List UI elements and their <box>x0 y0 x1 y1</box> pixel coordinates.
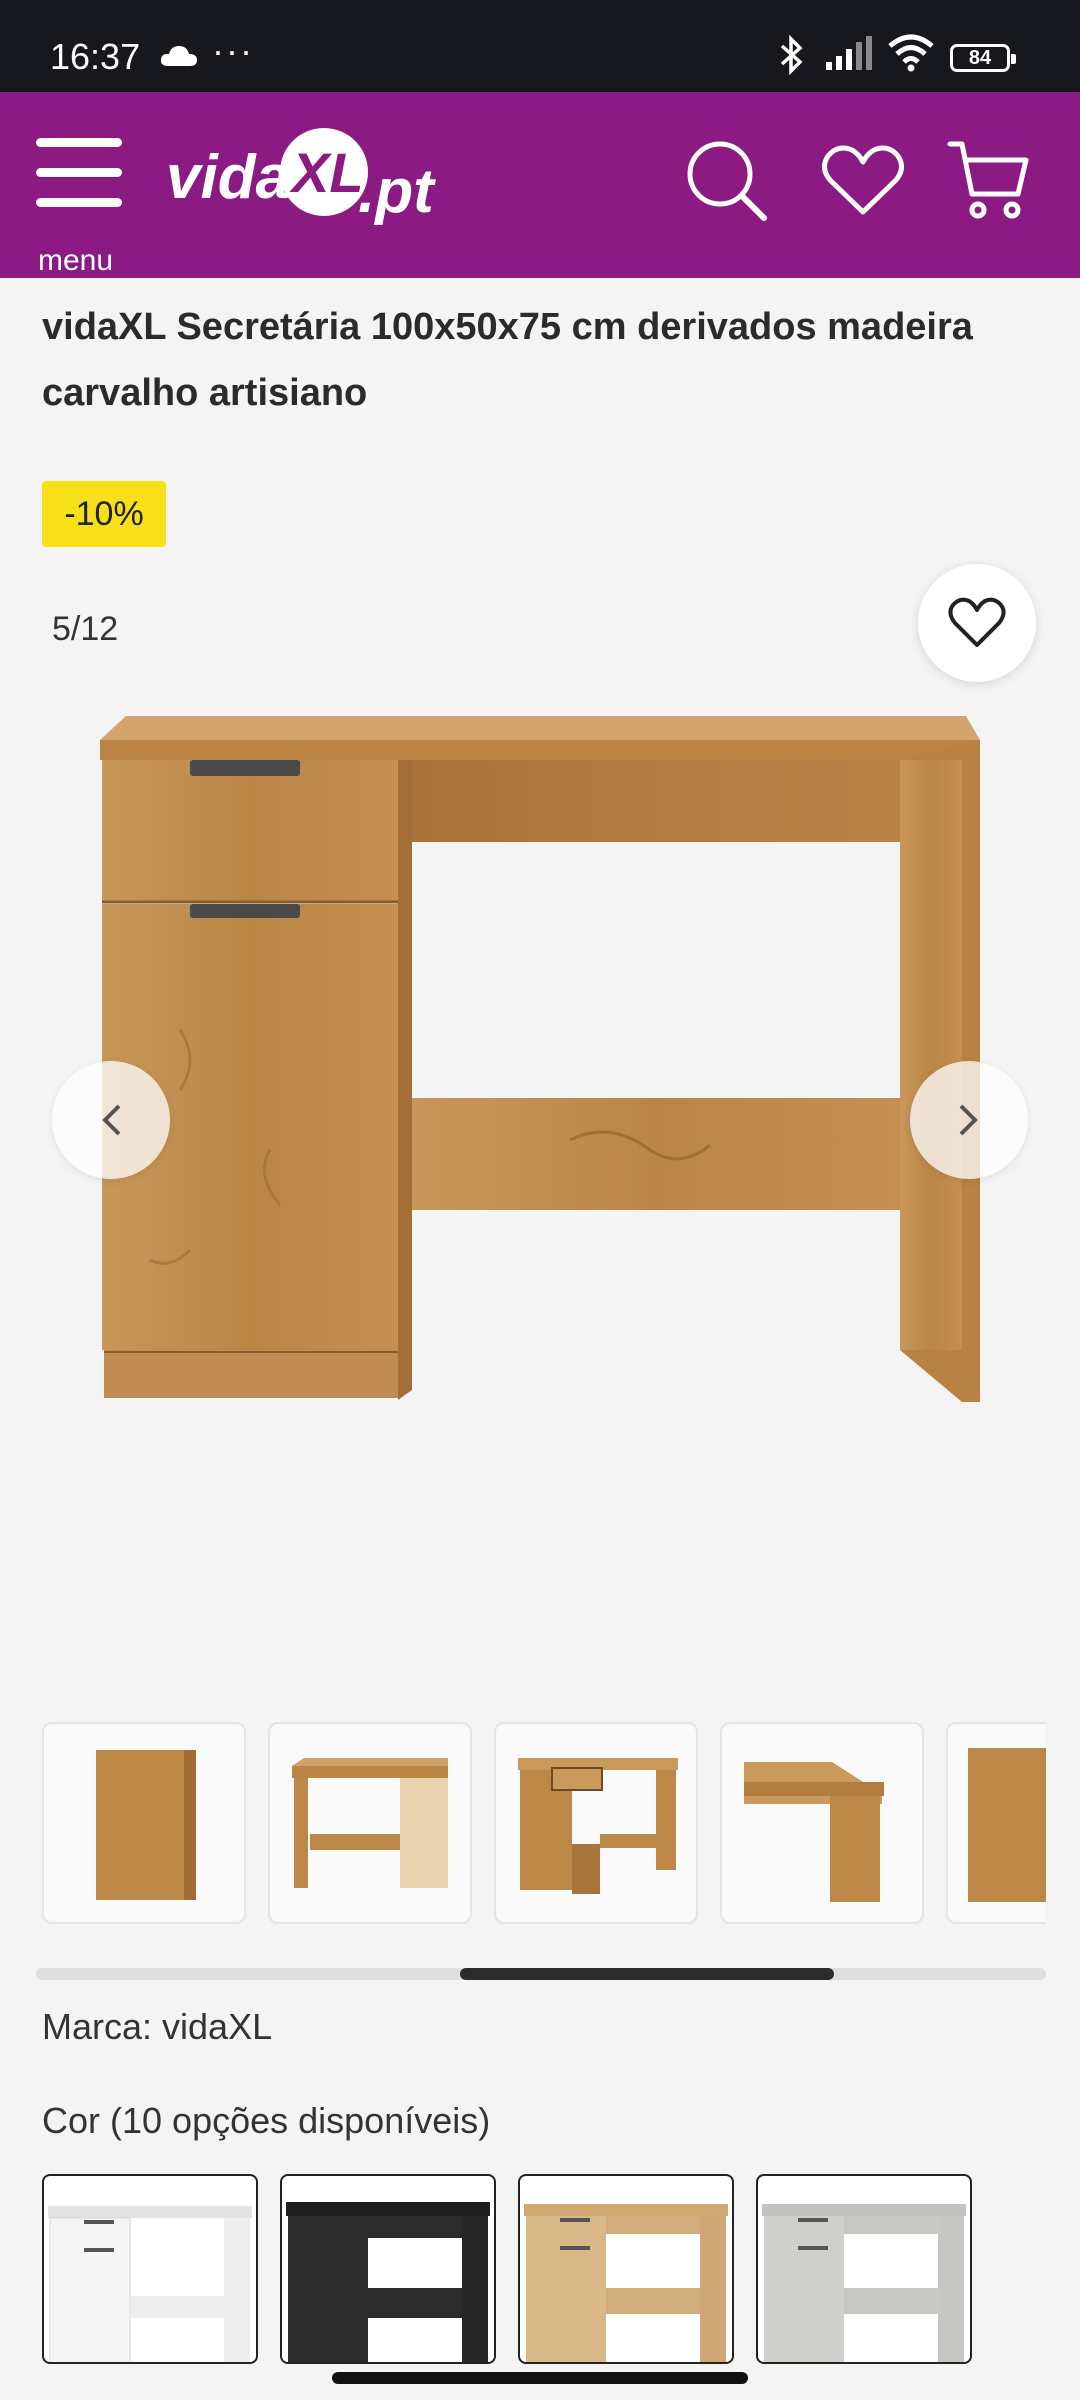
battery-icon: 84 <box>950 44 1016 72</box>
logo-text-left: vida <box>166 143 291 212</box>
vidaxl-logo[interactable]: vida XL .pt <box>162 128 452 238</box>
cloud-icon <box>160 44 198 73</box>
thumbnail-scrollbar[interactable] <box>36 1968 1046 1980</box>
product-main-image[interactable] <box>90 700 990 1420</box>
color-option-black[interactable] <box>280 2174 496 2364</box>
thumbnail-strip[interactable] <box>42 1722 1046 1926</box>
discount-badge: -10% <box>42 481 166 547</box>
product-title: vidaXL Secretária 100x50x75 cm derivados… <box>42 306 973 414</box>
heart-icon <box>948 597 1006 647</box>
chevron-right-icon <box>959 1104 978 1136</box>
thumbnail-scrollbar-thumb[interactable] <box>460 1968 834 1980</box>
brand-line: Marca: vidaXL <box>42 2006 273 2047</box>
add-to-wishlist-button[interactable] <box>918 564 1036 682</box>
cart-icon[interactable] <box>944 136 1034 226</box>
logo-text-right: .pt <box>358 157 434 226</box>
menu-button[interactable]: menu <box>34 132 124 277</box>
status-time: 16:37 <box>50 36 141 77</box>
home-indicator[interactable] <box>332 2372 748 2384</box>
bluetooth-icon <box>776 34 806 81</box>
thumbnail-open-view[interactable] <box>494 1722 698 1924</box>
chevron-left-icon <box>102 1104 121 1136</box>
logo-xl-mark: XL <box>280 128 368 216</box>
thumbnail-edge-detail[interactable] <box>946 1722 1046 1924</box>
next-image-button[interactable] <box>910 1061 1028 1179</box>
site-header: menu vida XL .pt <box>0 92 1080 278</box>
wishlist-heart-icon[interactable] <box>818 136 908 226</box>
thumbnail-side-view[interactable] <box>42 1722 246 1924</box>
more-notifications-icon: ··· <box>212 30 254 71</box>
signal-icon <box>826 36 876 77</box>
search-icon[interactable] <box>682 136 772 226</box>
wifi-icon <box>888 34 934 77</box>
menu-label: menu <box>38 244 114 277</box>
color-option-sonoma-oak[interactable] <box>518 2174 734 2364</box>
color-option-concrete-grey[interactable] <box>756 2174 972 2364</box>
color-options-label: Cor (10 opções disponíveis) <box>42 2100 491 2141</box>
previous-image-button[interactable] <box>52 1061 170 1179</box>
status-bar: 16:37 ··· 84 <box>0 0 1080 92</box>
thumbnail-back-view[interactable] <box>268 1722 472 1924</box>
thumbnail-top-detail[interactable] <box>720 1722 924 1924</box>
image-counter: 5/12 <box>52 610 119 648</box>
color-option-white[interactable] <box>42 2174 258 2364</box>
color-swatches <box>42 2174 1042 2364</box>
